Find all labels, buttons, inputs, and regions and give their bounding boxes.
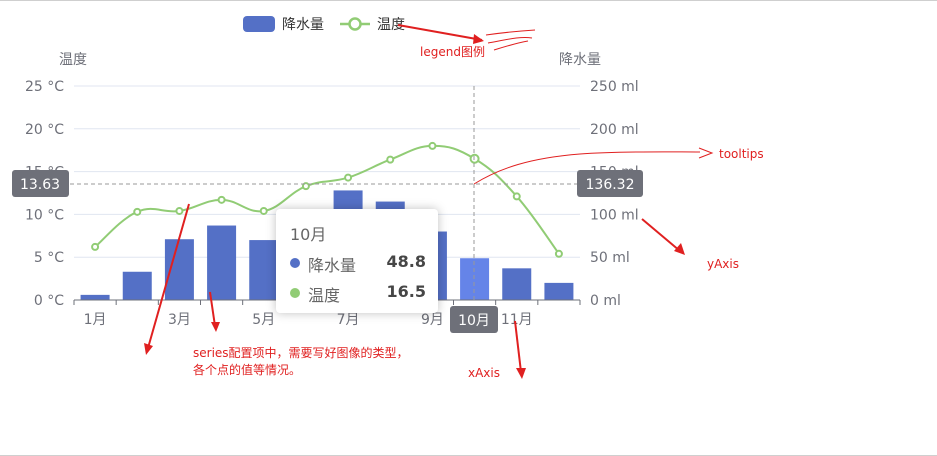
precipitation-bar [249,240,279,300]
x-tick-label: 5月 [252,312,275,328]
temperature-point [344,173,353,182]
precipitation-bar [80,294,110,300]
legend-bar-swatch[interactable] [243,16,275,32]
y-right-tick-label: 200 ml [590,122,639,138]
xaxis-arrow-head [516,368,526,379]
y-axis-left-title: 温度 [59,52,87,68]
temperature-point [259,206,268,215]
precipitation-bar [502,268,532,300]
precipitation-bar [164,239,194,300]
xaxis-arrow-line [514,320,522,373]
tooltips-note: tooltips [719,147,764,161]
legend[interactable]: 降水量 温度 [243,16,405,33]
series-note-line1: series配置项中，需要写好图像的类型， [193,345,409,360]
temperature-point [91,242,100,251]
chart-canvas: 1月3月5月7月9月11月 0 °C5 °C10 °C15 °C20 °C25 … [12,16,764,380]
series-arrow-1-head [144,343,153,355]
y-axis-right-title: 降水量 [559,52,601,68]
series-arrow-2-head [211,322,220,332]
legend-note: legend图例 [420,45,485,59]
y-right-tick-label: 250 ml [590,79,639,95]
yaxis-arrow-line [641,218,681,252]
yaxis-note: yAxis [707,257,739,271]
y-left-tick-label: 10 °C [25,207,64,223]
x-tick-label: 9月 [421,312,444,328]
y-left-tick-label: 20 °C [25,122,64,138]
y-left-tick-label: 5 °C [34,250,64,266]
tooltip-row-precipitation: 降水量 48.8 [290,252,430,275]
temperature-point [133,207,142,216]
precipitation-bar [460,258,490,300]
tooltip-dot-temperature [290,288,300,298]
y-right-tick-label: 0 ml [590,293,621,309]
x-tick-label: 3月 [168,312,191,328]
temperature-point [386,155,395,164]
precipitation-bar [122,271,152,300]
temperature-point [175,206,184,215]
tooltip-dot-precipitation [290,258,300,268]
yaxis-arrow-head [674,243,685,255]
y-right-tick-label: 100 ml [590,207,639,223]
tooltip-row-temperature: 温度 16.5 [290,282,430,305]
precipitation-bar [544,282,574,300]
xaxis-note: xAxis [468,366,500,380]
temperature-point [554,249,563,258]
legend-item-precipitation[interactable]: 降水量 [282,17,324,33]
crosshair-x-label: 10月 [458,313,490,329]
temperature-point [217,195,226,204]
x-tick-label: 7月 [337,312,360,328]
x-tick-label: 11月 [501,312,533,328]
precipitation-bar [207,225,237,300]
legend-arrow-line [397,24,483,41]
crosshair-right-label: 136.32 [586,177,635,193]
tooltip: 10月 降水量 48.8 温度 16.5 [276,209,438,313]
y-left-tick-label: 25 °C [25,79,64,95]
temperature-point [469,153,480,164]
tooltip-series-value: 48.8 [386,252,426,271]
tooltip-series-value: 16.5 [386,282,426,301]
temperature-point [428,141,437,150]
tooltip-title: 10月 [290,225,327,244]
legend-arrow-head [473,34,484,44]
y-right-tick-label: 50 ml [590,250,630,266]
temperature-point [512,192,521,201]
tooltip-series-name: 降水量 [308,256,357,275]
series-note-line2: 各个点的值等情况。 [193,362,301,377]
tooltips-arrow [698,147,714,159]
crosshair-left-label: 13.63 [20,177,60,193]
y-left-tick-label: 0 °C [34,293,64,309]
x-tick-label: 1月 [84,312,107,328]
legend-line-marker[interactable] [348,17,362,31]
tooltip-series-name: 温度 [308,286,341,305]
legend-scribble [485,29,536,51]
